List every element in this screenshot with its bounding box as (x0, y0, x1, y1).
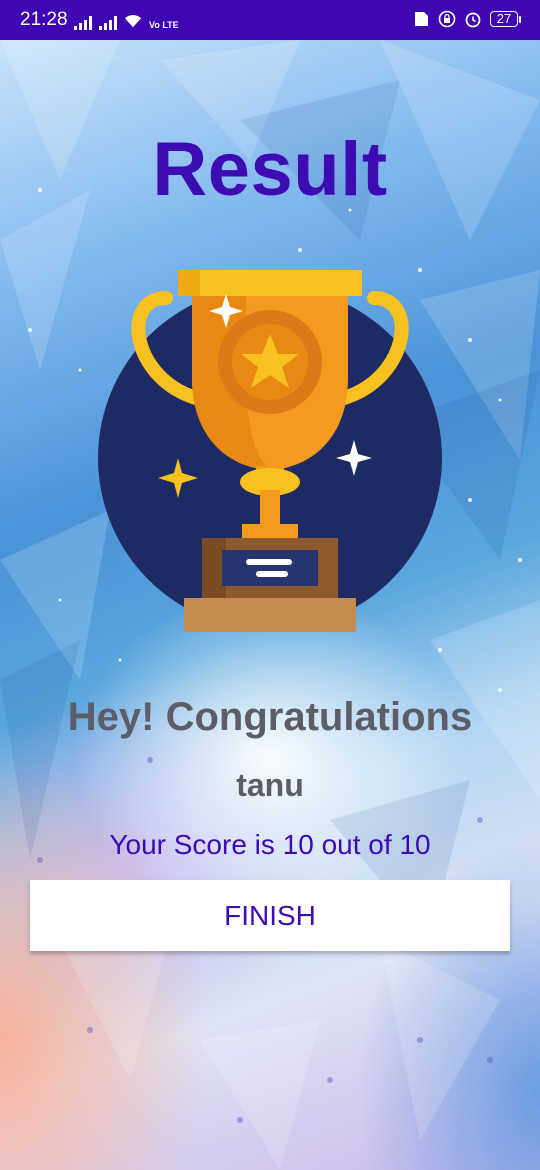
lock-rotation-icon (438, 10, 456, 28)
volte-icon: Vo LTE (149, 20, 179, 30)
congratulations-heading: Hey! Congratulations (67, 695, 473, 739)
wifi-icon (124, 15, 142, 28)
status-time: 21:28 (20, 9, 68, 30)
alarm-icon (465, 12, 481, 28)
status-left-icons: Vo LTE (74, 12, 179, 30)
status-right-icons: 27 (412, 10, 521, 28)
status-bar: 21:28 Vo LTE 27 (0, 0, 540, 40)
battery-icon: 27 (490, 11, 521, 27)
sd-card-icon (415, 12, 428, 26)
result-screen: Result Hey! Congratulations tanu Your Sc… (0, 0, 540, 1170)
signal-2-icon (99, 16, 117, 30)
score-text: Your Score is 10 out of 10 (109, 829, 431, 860)
finish-button[interactable]: FINISH (30, 880, 510, 951)
trophy-icon (98, 270, 442, 632)
signal-icon (74, 16, 92, 30)
page-title: Result (152, 127, 388, 212)
username-label: tanu (236, 767, 304, 803)
